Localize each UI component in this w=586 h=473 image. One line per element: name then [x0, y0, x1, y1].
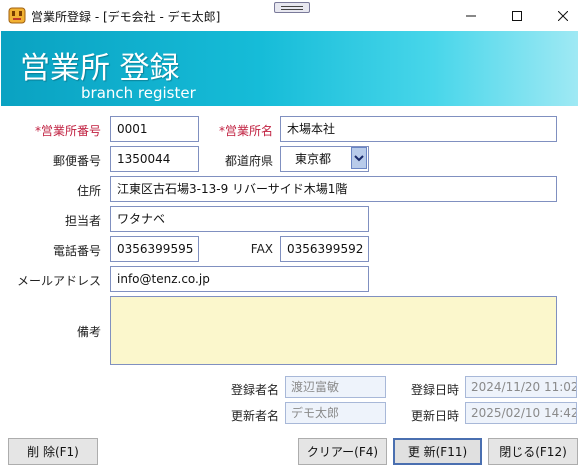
maximize-icon — [512, 10, 522, 21]
branch-name-input[interactable]: 木場本社 — [280, 116, 557, 142]
maximize-button[interactable] — [494, 0, 540, 31]
branch-no-label: *営業所番号 — [34, 124, 101, 138]
fax-label: FAX — [250, 242, 273, 256]
minimize-button[interactable] — [448, 0, 494, 31]
postal-code-label: 郵便番号 — [52, 154, 101, 168]
chevron-down-icon[interactable] — [351, 147, 367, 169]
postal-code-input[interactable]: 1350044 — [110, 146, 199, 172]
registered-by-field: 渡辺富敏 — [285, 376, 386, 398]
close-button[interactable] — [540, 0, 586, 31]
app-logo-icon — [8, 7, 26, 24]
address-input[interactable]: 江東区古石場3-13-9 リバーサイド木場1階 — [110, 176, 557, 202]
delete-button[interactable]: 削 除(F1) — [8, 438, 98, 465]
page-title: 営業所 登録 — [20, 51, 180, 86]
close-icon — [558, 10, 568, 21]
address-label: 住所 — [76, 184, 101, 198]
drag-handle-icon[interactable] — [274, 2, 310, 13]
window-title: 営業所登録 - [デモ会社 - デモ太郎] — [31, 10, 221, 24]
updated-by-label: 更新者名 — [230, 409, 279, 423]
update-button[interactable]: 更 新(F11) — [393, 438, 482, 465]
updated-at-field: 2025/02/10 14:42 — [465, 402, 577, 424]
page-subtitle: branch register — [81, 84, 196, 102]
registered-at-label: 登録日時 — [410, 383, 459, 397]
updated-at-label: 更新日時 — [410, 409, 459, 423]
registered-by-label: 登録者名 — [230, 383, 279, 397]
clear-button[interactable]: クリアー(F4) — [298, 438, 387, 465]
contact-label: 担当者 — [64, 214, 101, 228]
phone-input[interactable]: 0356399595 — [110, 236, 199, 262]
close-form-button[interactable]: 閉じる(F12) — [488, 438, 578, 465]
updated-by-field: デモ太郎 — [285, 402, 386, 424]
registered-at-field: 2024/11/20 11:02 — [465, 376, 577, 398]
memo-label: 備考 — [76, 325, 101, 339]
email-input[interactable]: info@tenz.co.jp — [110, 266, 369, 292]
prefecture-label: 都道府県 — [224, 154, 273, 168]
minimize-icon — [466, 15, 476, 16]
email-label: メールアドレス — [16, 274, 101, 288]
contact-input[interactable]: ワタナベ — [110, 206, 369, 232]
fax-input[interactable]: 0356399592 — [280, 236, 369, 262]
branch-no-input[interactable]: 0001 — [110, 116, 199, 142]
memo-textarea[interactable] — [110, 296, 557, 365]
phone-label: 電話番号 — [52, 244, 101, 258]
branch-name-label: *営業所名 — [218, 124, 273, 138]
